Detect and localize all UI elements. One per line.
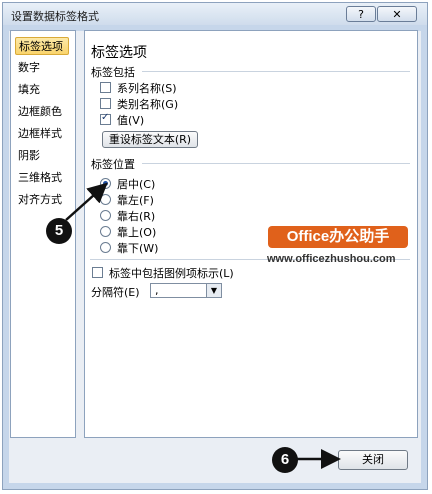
arrow-5-icon [65,182,108,221]
callout-6: 6 [272,447,298,473]
callout-5: 5 [46,218,72,244]
callout-arrows [65,182,341,469]
